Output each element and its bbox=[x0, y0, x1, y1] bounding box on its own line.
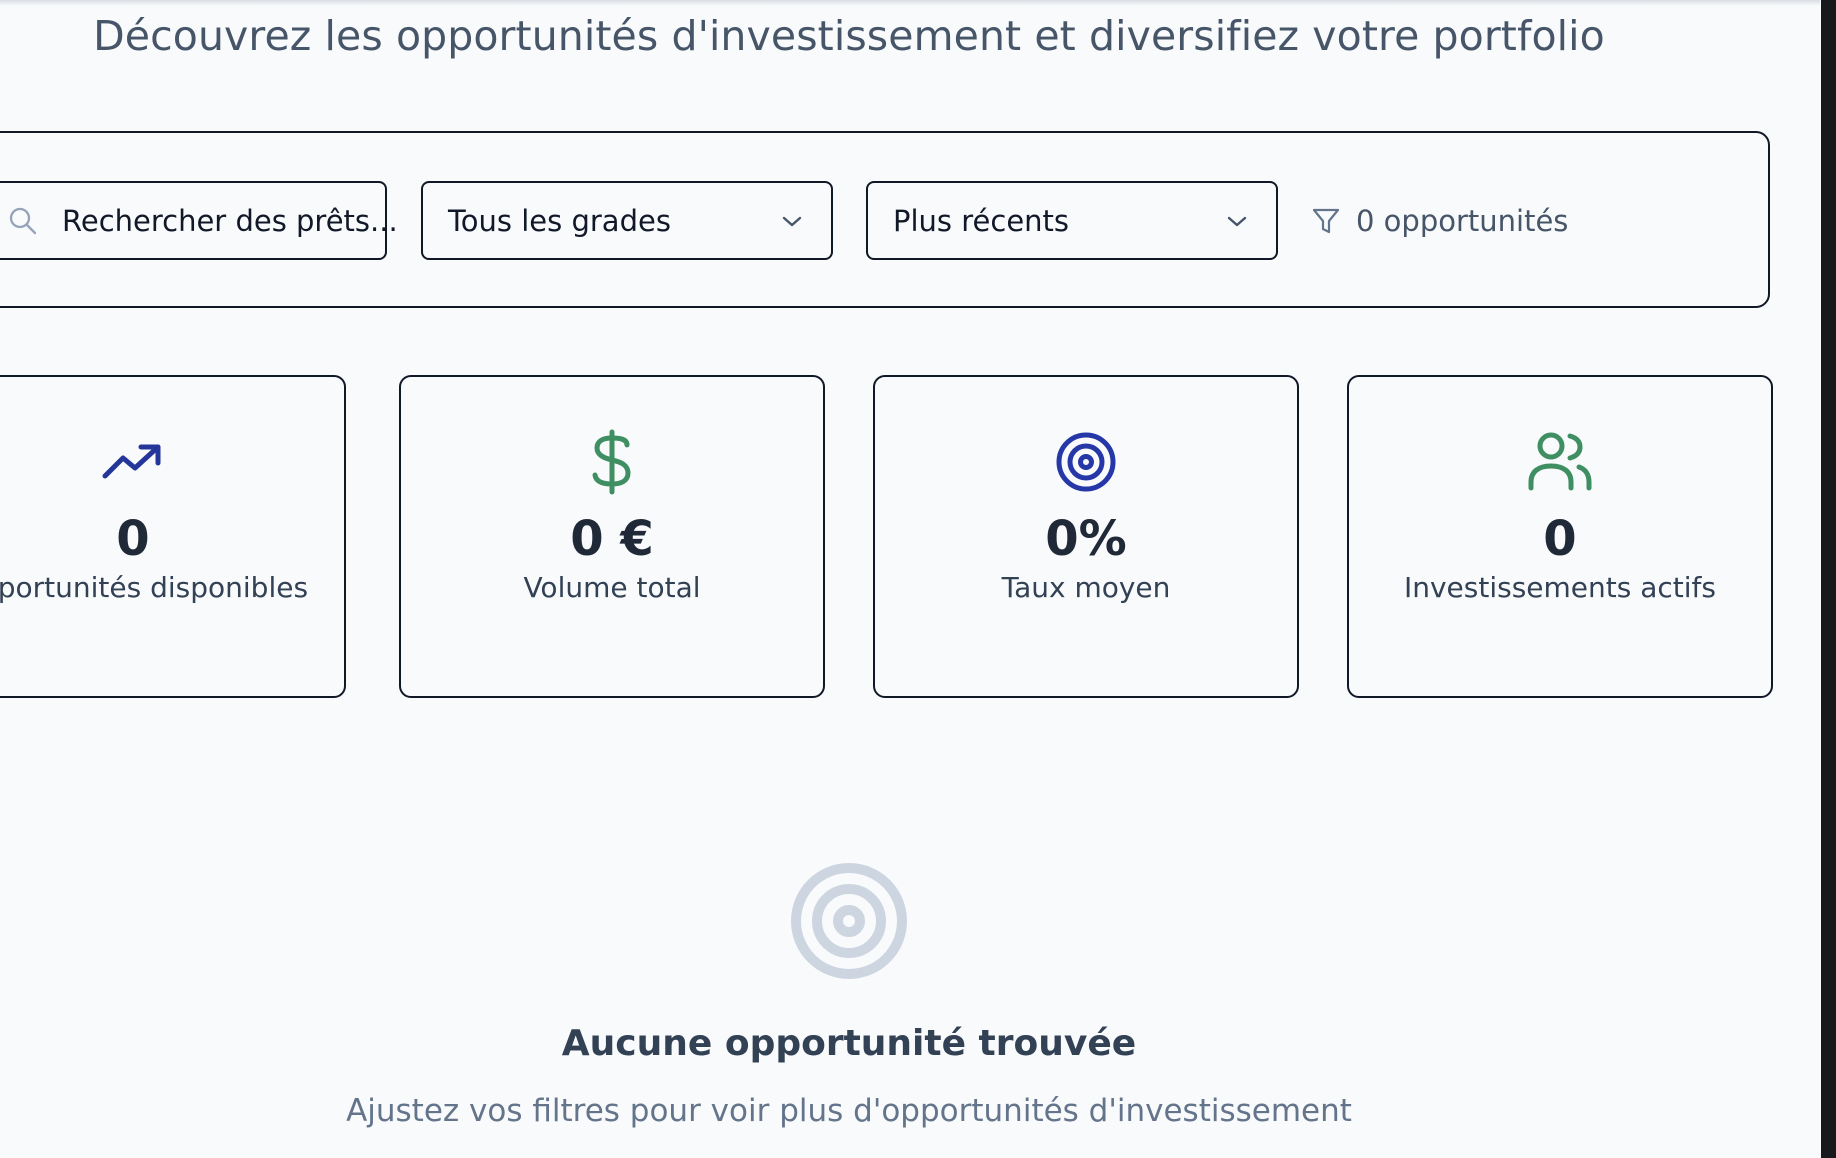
investment-opportunities-page: Découvrez les opportunités d'investissem… bbox=[0, 0, 1836, 1158]
stat-card-active-investments: 0 Investissements actifs bbox=[1347, 375, 1773, 698]
target-icon bbox=[790, 862, 908, 980]
stat-label: Taux moyen bbox=[1001, 571, 1171, 604]
stat-label: Opportunités disponibles bbox=[0, 571, 309, 604]
users-icon bbox=[1349, 429, 1771, 495]
stat-value: 0 bbox=[1543, 511, 1577, 567]
filter-icon bbox=[1310, 205, 1342, 237]
window-edge bbox=[1821, 0, 1836, 1158]
header-shadow bbox=[0, 0, 1820, 6]
empty-state-hint: Ajustez vos filtres pour voir plus d'opp… bbox=[346, 1093, 1352, 1129]
stat-value: 0 bbox=[116, 511, 150, 567]
result-count-text: 0 opportunités bbox=[1356, 204, 1569, 238]
stat-card-average-rate: 0% Taux moyen bbox=[873, 375, 1299, 698]
grade-select[interactable]: Tous les grades bbox=[421, 181, 833, 260]
stat-label: Investissements actifs bbox=[1403, 571, 1717, 604]
search-icon bbox=[8, 206, 38, 236]
stat-value: 0% bbox=[1045, 511, 1127, 567]
sort-select[interactable]: Plus récents bbox=[866, 181, 1278, 260]
stat-card-volume: 0 € Volume total bbox=[399, 375, 825, 698]
chevron-down-icon bbox=[1226, 214, 1248, 228]
trending-up-icon bbox=[0, 429, 344, 495]
search-value: Rechercher des prêts... bbox=[62, 203, 398, 238]
dollar-icon bbox=[401, 429, 823, 495]
sort-select-value: Plus récents bbox=[893, 203, 1070, 238]
result-count: 0 opportunités bbox=[1310, 201, 1568, 241]
target-icon bbox=[875, 429, 1297, 495]
stat-label: Volume total bbox=[523, 571, 701, 604]
stat-card-opportunities: 0 Opportunités disponibles bbox=[0, 375, 346, 698]
grade-select-value: Tous les grades bbox=[448, 203, 671, 238]
stat-value: 0 € bbox=[570, 511, 654, 567]
page-subtitle: Découvrez les opportunités d'investissem… bbox=[93, 12, 1605, 60]
empty-state-title: Aucune opportunité trouvée bbox=[561, 1023, 1137, 1064]
chevron-down-icon bbox=[781, 214, 803, 228]
search-input[interactable]: Rechercher des prêts... bbox=[0, 181, 398, 260]
